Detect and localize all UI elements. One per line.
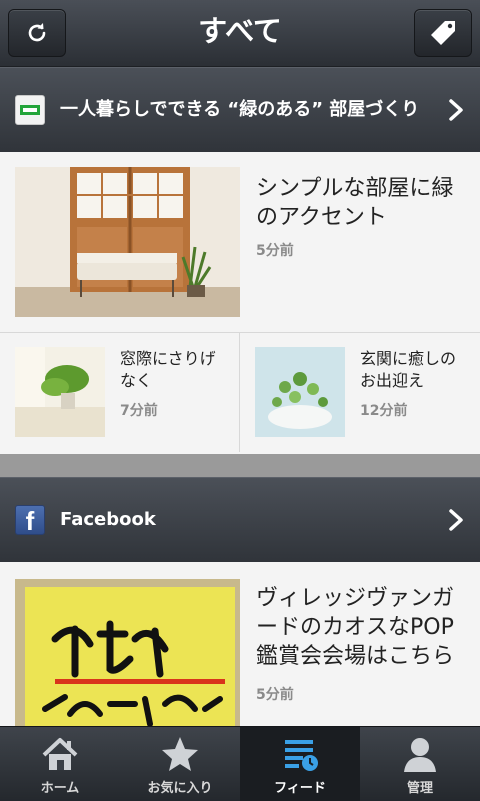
home-icon	[42, 738, 78, 770]
feature-article-title[interactable]: シンプルな部屋に緑のアクセント	[256, 174, 471, 232]
sub-article-title: 窓際にさりげなく	[120, 349, 216, 390]
top-bar: すべて	[0, 0, 480, 67]
bottom-nav: ホーム お気に入り フィード 管理	[0, 726, 480, 801]
article-card-1: シンプルな部屋に緑のアクセント 5分前 窓際にさりげなく 7分前 玄関に癒しのお…	[0, 152, 480, 454]
page-title: すべて	[198, 14, 282, 48]
section-header-1[interactable]: 一人暮らしでできる “緑のある” 部屋づくり	[0, 67, 480, 153]
feature-article-title[interactable]: ヴィレッジヴァンガードのカオスなPOP鑑賞会会場はこちら	[256, 584, 471, 671]
user-icon	[404, 738, 436, 772]
tag-button[interactable]	[414, 9, 472, 57]
sub-article-image	[15, 347, 105, 437]
article-card-2: ヴィレッジヴァンガードのカオスなPOP鑑賞会会場はこちら 5分前	[0, 562, 480, 726]
tag-icon	[431, 21, 455, 45]
nav-label: フィード	[274, 781, 326, 796]
chevron-right-icon	[449, 509, 463, 531]
sub-article-2[interactable]: 玄関に癒しのお出迎え 12分前	[240, 332, 480, 452]
section-label: Facebook	[60, 509, 156, 530]
nav-feed[interactable]: フィード	[240, 727, 360, 801]
nav-label: お気に入り	[147, 781, 213, 796]
feature-article-image[interactable]	[15, 167, 240, 317]
sub-article-time: 7分前	[120, 403, 158, 419]
sub-article-time: 12分前	[360, 403, 408, 419]
feature-article-time: 5分前	[256, 687, 294, 703]
nav-favorites[interactable]: お気に入り	[120, 727, 240, 801]
feature-article-image[interactable]	[15, 579, 240, 726]
sub-article-title: 玄関に癒しのお出迎え	[360, 349, 457, 390]
sub-article-1[interactable]: 窓際にさりげなく 7分前	[0, 332, 240, 452]
nav-manage[interactable]: 管理	[360, 727, 480, 801]
section-header-facebook[interactable]: f Facebook	[0, 477, 480, 563]
sub-article-image	[255, 347, 345, 437]
feed-icon	[285, 740, 318, 771]
green-room-icon	[15, 95, 45, 125]
section-label: 一人暮らしでできる “緑のある” 部屋づくり	[60, 99, 420, 120]
chevron-right-icon	[449, 99, 463, 121]
feature-article-time: 5分前	[256, 243, 294, 259]
nav-label: 管理	[406, 781, 433, 796]
star-icon	[162, 737, 198, 771]
facebook-icon: f	[15, 505, 45, 536]
nav-home[interactable]: ホーム	[0, 727, 120, 801]
nav-label: ホーム	[40, 781, 80, 796]
